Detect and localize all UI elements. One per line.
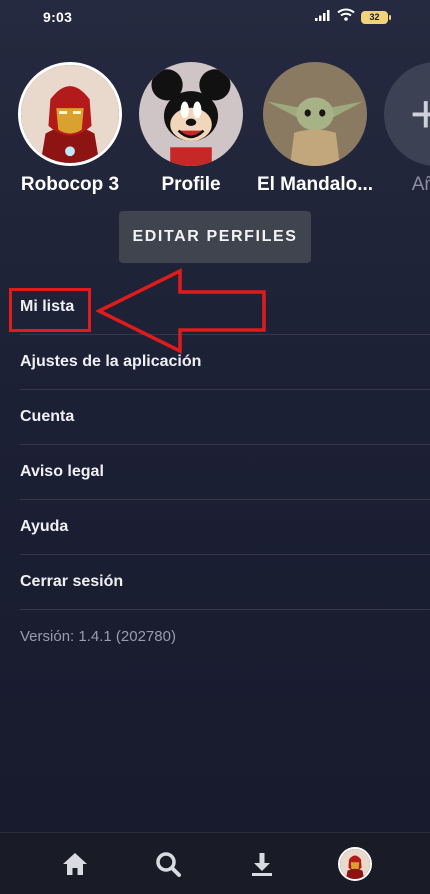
- profile-avatar[interactable]: [338, 846, 373, 881]
- plus-icon: +: [410, 84, 430, 144]
- profile-name: Robocop 3: [20, 174, 120, 195]
- menu-item-help[interactable]: Ayuda: [20, 500, 430, 555]
- profile-el-mandalorian[interactable]: El Mandalo...: [255, 62, 375, 202]
- version-text: Versión: 1.4.1 (202780): [20, 628, 176, 645]
- add-profile-avatar[interactable]: +: [384, 62, 430, 166]
- profiles-row: Robocop 3 Profile El Mandalo... + A: [0, 62, 430, 202]
- iron-man-avatar[interactable]: [18, 62, 122, 166]
- add-profile[interactable]: + Añadi: [376, 62, 430, 202]
- signal-icon: [315, 8, 331, 26]
- edit-profiles-button[interactable]: EDITAR PERFILES: [119, 211, 311, 263]
- home-icon: [62, 852, 87, 875]
- download-icon: [251, 852, 272, 876]
- nav-home[interactable]: [53, 842, 97, 886]
- battery-icon: 32: [361, 10, 391, 24]
- menu-item-account[interactable]: Cuenta: [20, 390, 430, 445]
- bottom-nav: [0, 832, 430, 894]
- status-time: 9:03: [43, 9, 73, 25]
- grogu-avatar[interactable]: [263, 62, 367, 166]
- profile-profile[interactable]: Profile: [131, 62, 251, 202]
- annotation-arrow-icon: [96, 268, 266, 354]
- nav-profile[interactable]: [333, 842, 377, 886]
- profile-name: El Mandalo...: [256, 174, 374, 195]
- status-bar: 9:03 32: [0, 0, 430, 34]
- nav-search[interactable]: [146, 842, 190, 886]
- mickey-avatar[interactable]: [139, 62, 243, 166]
- menu-item-logout[interactable]: Cerrar sesión: [20, 555, 430, 610]
- nav-downloads[interactable]: [240, 842, 284, 886]
- status-icons: 32: [315, 8, 391, 26]
- profile-name: Profile: [161, 174, 221, 195]
- menu-item-legal[interactable]: Aviso legal: [20, 445, 430, 500]
- profile-robocop-3[interactable]: Robocop 3: [10, 62, 130, 202]
- wifi-icon: [337, 8, 355, 26]
- search-icon: [156, 851, 182, 877]
- annotation-highlight-box: [9, 288, 91, 332]
- profile-name: Añadi: [411, 174, 430, 195]
